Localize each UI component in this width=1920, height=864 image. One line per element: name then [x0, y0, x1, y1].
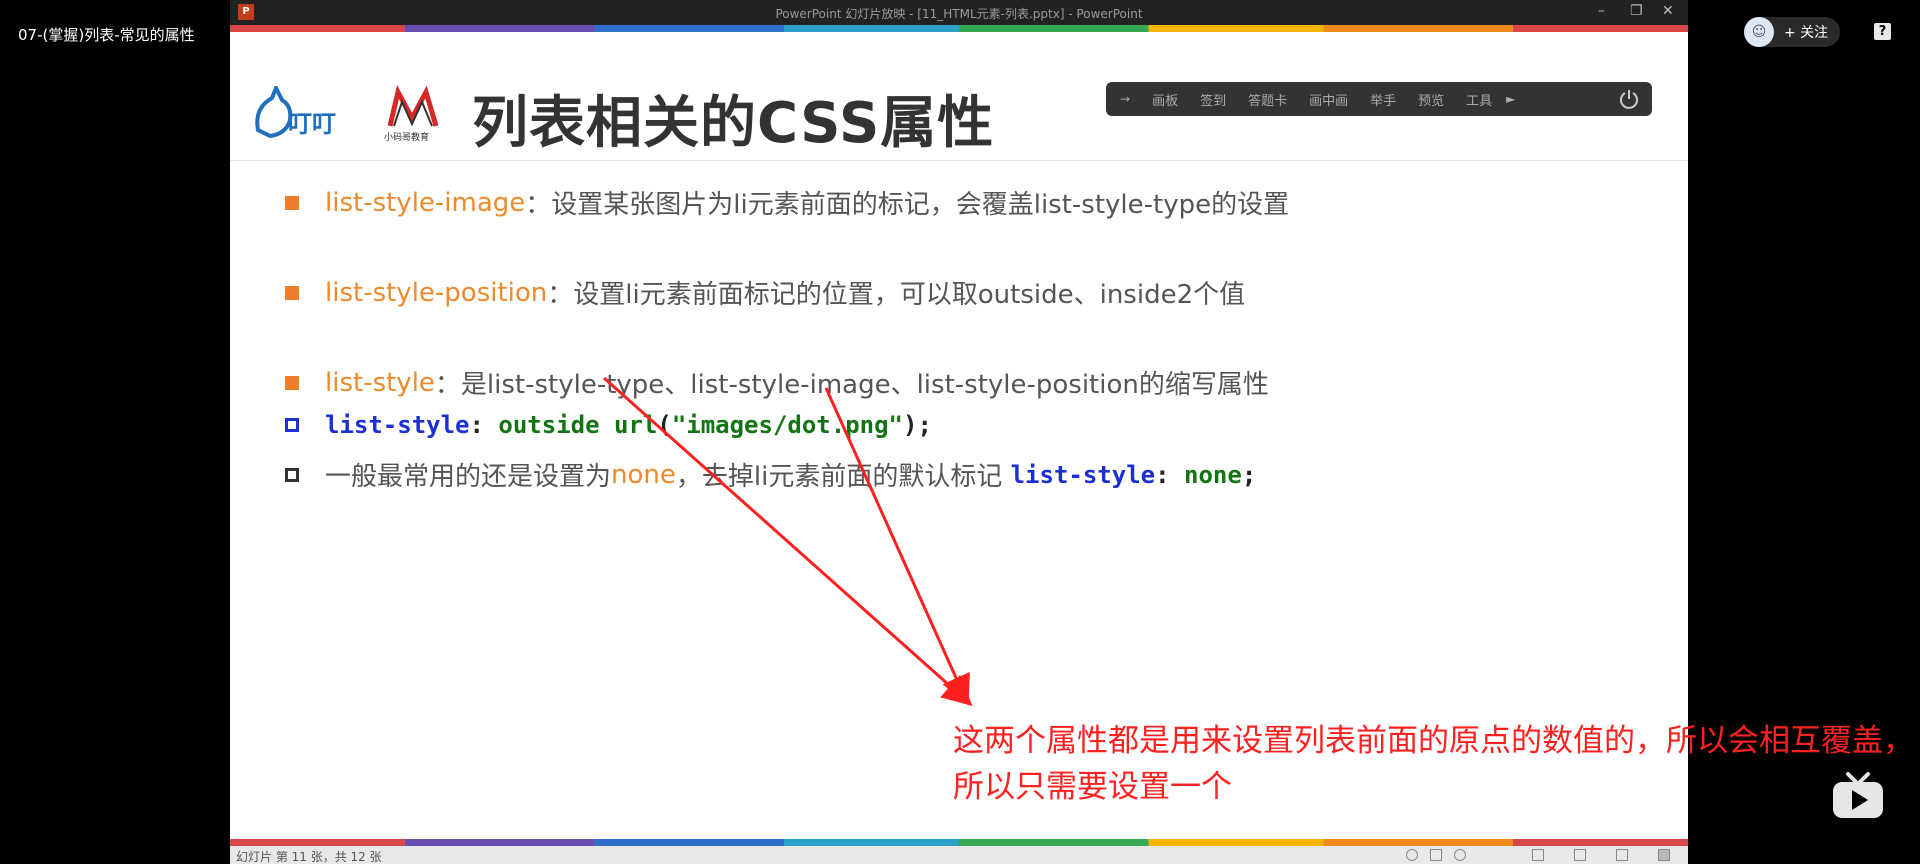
- top-color-stripe: [230, 25, 1688, 32]
- sorter-view-icon[interactable]: [1574, 849, 1586, 861]
- tip-code-colon: :: [1155, 460, 1185, 489]
- menu-icon[interactable]: [1430, 849, 1442, 861]
- code-example-line: list-style : outside url ( "images/dot.p…: [285, 411, 932, 439]
- toolbar-item-draw[interactable]: 画板: [1152, 90, 1178, 109]
- prev-slide-icon[interactable]: [1406, 849, 1418, 861]
- bullet-list-style-position: list-style-position ：设置li元素前面标记的位置，可以取ou…: [285, 274, 1245, 311]
- slideshow-toolbar: → 画板 签到 答题卡 画中画 举手 预览 工具 ►: [1106, 82, 1652, 116]
- bottom-color-stripe: [230, 839, 1688, 846]
- toolbar-expand-icon[interactable]: ►: [1506, 92, 1515, 106]
- xiaomage-logo: 小码哥教育: [384, 85, 439, 143]
- bullet-keyword: list-style-position: [325, 277, 548, 308]
- normal-view-icon[interactable]: [1532, 849, 1544, 861]
- code-property: list-style: [325, 411, 470, 439]
- tip-code-property: list-style: [1010, 460, 1156, 489]
- header-divider: [230, 160, 1688, 161]
- tip-middle: ，去掉li元素前面的默认标记: [675, 462, 1011, 492]
- slideshow-view-icon[interactable]: [1658, 849, 1670, 861]
- toolbar-item-pip[interactable]: 画中画: [1309, 90, 1348, 109]
- dingdang-logo: 叮叮: [255, 86, 336, 139]
- follow-button[interactable]: + 关注: [1784, 22, 1828, 42]
- bullet-square-icon: [285, 195, 299, 210]
- bullet-square-icon: [285, 285, 299, 300]
- code-colon: :: [469, 411, 499, 439]
- next-slide-icon[interactable]: [1454, 849, 1466, 861]
- tip-prefix: 一般最常用的还是设置为: [325, 462, 612, 492]
- code-string: "images/dot.png": [671, 411, 903, 439]
- toolbar-item-tools[interactable]: 工具: [1466, 90, 1492, 109]
- hollow-square-blue-icon: [285, 418, 299, 432]
- tip-code-end: ;: [1241, 460, 1257, 489]
- svg-text:小码哥教育: 小码哥教育: [384, 131, 429, 143]
- bullet-keyword: list-style-image: [325, 187, 526, 218]
- follow-group: ☺ + 关注: [1744, 17, 1840, 47]
- reading-view-icon[interactable]: [1616, 849, 1628, 861]
- status-bar: 幻灯片 第 11 张，共 12 张: [230, 846, 1688, 864]
- annotation-note: 这两个属性都是用来设置列表前面的原点的数值的，所以会相互覆盖，所以只需要设置一个: [953, 723, 1914, 805]
- minimize-button[interactable]: –: [1598, 3, 1605, 19]
- code-paren-close: );: [903, 411, 932, 439]
- window-title: PowerPoint 幻灯片放映 - [11_HTML元素-列表.pptx] -…: [775, 7, 1143, 21]
- code-paren-open: (: [657, 411, 672, 439]
- toolbar-item-preview[interactable]: 预览: [1418, 90, 1444, 109]
- hollow-square-icon: [285, 467, 299, 482]
- avatar[interactable]: ☺: [1744, 17, 1774, 47]
- svg-text:叮叮: 叮叮: [288, 110, 336, 138]
- power-icon[interactable]: [1618, 88, 1640, 110]
- bullet-text: ：是list-style-type、list-style-image、list-…: [434, 370, 1269, 400]
- bullet-square-icon: [285, 375, 299, 390]
- restore-button[interactable]: ❐: [1630, 3, 1643, 19]
- bullet-text: ：设置li元素前面标记的位置，可以取outside、inside2个值: [547, 280, 1246, 310]
- bullet-list-style: list-style ：是list-style-type、list-style-…: [285, 364, 1269, 401]
- tip-line: 一般最常用的还是设置为 none ，去掉li元素前面的默认标记 list-sty…: [285, 456, 1256, 493]
- video-title: 07-(掌握)列表-常见的属性: [18, 26, 195, 44]
- bullet-keyword: list-style: [325, 367, 435, 398]
- bullet-list-style-image: list-style-image ：设置某张图片为li元素前面的标记，会覆盖li…: [285, 184, 1289, 221]
- close-button[interactable]: ✕: [1662, 3, 1674, 19]
- toolbar-item-raise-hand[interactable]: 举手: [1370, 90, 1396, 109]
- toolbar-collapse-icon[interactable]: →: [1120, 92, 1130, 106]
- code-value: outside url: [498, 411, 658, 439]
- tip-code-value: none: [1184, 460, 1242, 489]
- tip-highlight: none: [611, 459, 676, 490]
- help-button[interactable]: ?: [1874, 23, 1891, 40]
- window-titlebar: P PowerPoint 幻灯片放映 - [11_HTML元素-列表.pptx]…: [230, 0, 1688, 25]
- toolbar-item-answer-card[interactable]: 答题卡: [1248, 90, 1287, 109]
- slide-number: 幻灯片 第 11 张，共 12 张: [236, 850, 382, 864]
- slide-title: 列表相关的CSS属性: [472, 91, 995, 156]
- bullet-text: ：设置某张图片为li元素前面的标记，会覆盖list-style-type的设置: [525, 190, 1290, 220]
- toolbar-item-signin[interactable]: 签到: [1200, 90, 1226, 109]
